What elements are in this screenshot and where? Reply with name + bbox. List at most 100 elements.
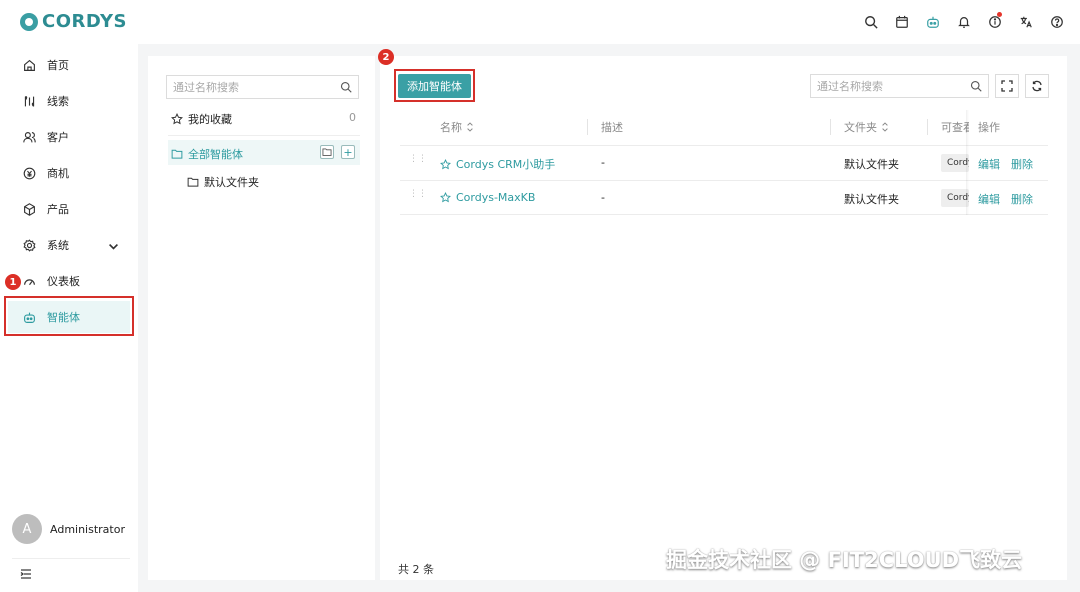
folder-icon (171, 149, 183, 159)
highlight-agent-nav (4, 296, 134, 336)
column-header-desc: 描述 (601, 119, 623, 135)
column-header-folder[interactable]: 文件夹 (844, 119, 889, 135)
column-label: 名称 (440, 121, 462, 134)
user-profile[interactable]: A Administrator (12, 514, 125, 544)
folder-search-input[interactable]: 通过名称搜索 (166, 75, 359, 99)
row-divider (400, 214, 1048, 215)
sidebar-item-opportunity[interactable]: 商机 (8, 157, 130, 189)
translate-icon[interactable] (1016, 12, 1035, 31)
sidebar-item-home[interactable]: 首页 (8, 49, 130, 81)
search-icon[interactable] (340, 81, 352, 93)
delete-link[interactable]: 删除 (1011, 156, 1033, 172)
product-icon (24, 202, 35, 216)
column-header-visible: 可查看 (941, 119, 969, 135)
favorites-item[interactable]: 我的收藏 (171, 111, 232, 127)
folder-icon (187, 177, 199, 187)
sort-icon[interactable] (466, 122, 474, 132)
sidebar-item-label: 产品 (47, 203, 69, 216)
star-icon (171, 113, 183, 125)
opportunity-icon (23, 167, 36, 179)
add-folder-button[interactable] (320, 145, 334, 159)
sidebar-item-label: 商机 (47, 167, 69, 180)
plus-icon: + (343, 145, 353, 159)
search-placeholder: 通过名称搜索 (173, 81, 239, 94)
star-icon[interactable] (440, 192, 451, 203)
sidebar-item-label: 客户 (47, 131, 69, 144)
brand-name: CORDYS (42, 11, 128, 32)
agent-desc-cell: - (601, 191, 605, 204)
sidebar-item-product[interactable]: 产品 (8, 193, 130, 225)
edit-link[interactable]: 编辑 (978, 191, 1000, 207)
dashboard-icon (24, 278, 35, 285)
sidebar-item-label: 线索 (47, 95, 69, 108)
column-label: 描述 (601, 121, 623, 134)
add-agent-mini-button[interactable]: + (341, 145, 355, 159)
bell-icon[interactable] (954, 12, 973, 31)
sidebar-item-customer[interactable]: 客户 (8, 121, 130, 153)
top-bar: CORDYS (0, 0, 1080, 44)
info-icon[interactable] (985, 12, 1004, 31)
column-header-name[interactable]: 名称 (440, 119, 474, 135)
drag-handle-icon[interactable]: ⋮⋮ (409, 155, 427, 167)
sidebar-item-label: 仪表板 (47, 275, 80, 288)
column-label: 可查看 (941, 121, 969, 134)
all-agents-label: 全部智能体 (188, 148, 243, 161)
total-count: 共 2 条 (398, 563, 434, 576)
sidebar-item-system[interactable]: 系统 (8, 229, 130, 261)
sidebar-item-clue[interactable]: 线索 (8, 85, 130, 117)
sort-icon[interactable] (881, 122, 889, 132)
customer-icon (23, 131, 36, 142)
home-icon (24, 59, 35, 71)
logo-icon (20, 12, 38, 31)
drag-handle-icon[interactable]: ⋮⋮ (409, 190, 427, 202)
calendar-icon[interactable] (892, 12, 911, 31)
refresh-icon (1032, 80, 1042, 92)
app-logo[interactable]: CORDYS (20, 11, 127, 32)
column-divider (587, 119, 588, 135)
top-toolbar (861, 12, 1066, 31)
edit-link[interactable]: 编辑 (978, 156, 1000, 172)
agent-name-cell[interactable]: Cordys-MaxKB (440, 191, 535, 204)
step-badge-1: 1 (5, 274, 21, 290)
sidebar-item-label: 系统 (47, 239, 69, 252)
help-icon[interactable] (1047, 12, 1066, 31)
divider (168, 135, 360, 136)
column-label: 文件夹 (844, 121, 877, 134)
fullscreen-icon (1001, 80, 1013, 92)
sidebar-divider (12, 558, 130, 559)
all-agents-row[interactable]: 全部智能体 (171, 146, 243, 162)
visibility-tag: Cordys (941, 189, 969, 207)
sidebar-item-dashboard[interactable]: 仪表板 (8, 265, 130, 297)
column-label: 操作 (978, 121, 1000, 134)
search-icon[interactable] (970, 80, 982, 92)
folder-add-icon (322, 148, 332, 156)
agent-folder-cell: 默认文件夹 (844, 193, 899, 206)
agent-name: Cordys-MaxKB (456, 191, 536, 204)
notification-dot (997, 12, 1002, 17)
search-icon[interactable] (861, 12, 880, 31)
favorites-label: 我的收藏 (188, 113, 232, 126)
sidebar-item-label: 首页 (47, 59, 69, 72)
default-folder-label: 默认文件夹 (204, 176, 259, 189)
header-divider (400, 145, 1048, 146)
refresh-button[interactable] (1025, 74, 1049, 98)
delete-link[interactable]: 删除 (1011, 191, 1033, 207)
robot-icon[interactable] (923, 12, 942, 31)
agent-name-cell[interactable]: Cordys CRM小助手 (440, 156, 555, 172)
chevron-down-icon[interactable] (107, 240, 120, 253)
row-divider (400, 180, 1048, 181)
search-placeholder: 通过名称搜索 (817, 80, 883, 93)
default-folder-row[interactable]: 默认文件夹 (187, 174, 259, 190)
agent-folder-cell: 默认文件夹 (844, 158, 899, 171)
fixed-column-shadow (966, 110, 969, 215)
highlight-add-button (394, 69, 475, 102)
column-divider (830, 119, 831, 135)
clue-icon (24, 95, 35, 107)
star-icon[interactable] (440, 158, 451, 170)
step-badge-2: 2 (378, 49, 394, 65)
collapse-sidebar-icon[interactable] (20, 569, 32, 579)
system-icon (23, 238, 36, 252)
fullscreen-button[interactable] (995, 74, 1019, 98)
favorites-count: 0 (349, 111, 356, 124)
agent-search-input[interactable]: 通过名称搜索 (810, 74, 989, 98)
